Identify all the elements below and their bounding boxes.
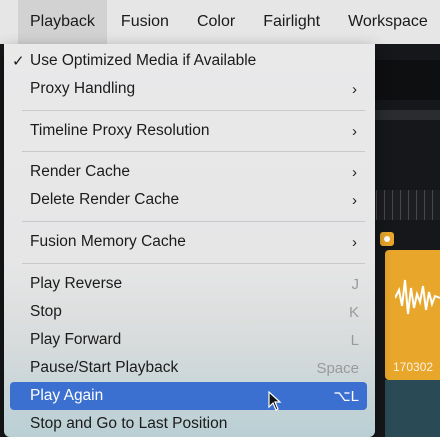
menu-item-fusion-memory-cache[interactable]: Fusion Memory Cache ›	[10, 228, 367, 256]
menu-item-label: Fusion Memory Cache	[30, 233, 186, 250]
menu-item-label: Proxy Handling	[30, 80, 136, 97]
shortcut-label: L	[350, 331, 359, 349]
menu-item-label: Stop and Go to Last Position	[30, 415, 228, 432]
menu-item-timeline-proxy-resolution[interactable]: Timeline Proxy Resolution ›	[10, 117, 367, 145]
clip-label: 170302	[393, 360, 434, 374]
menu-item-stop[interactable]: Stop K	[10, 298, 367, 326]
waveform-icon	[395, 279, 440, 315]
menubar-playback[interactable]: Playback	[18, 0, 107, 44]
shortcut-label: Space	[316, 359, 359, 377]
shortcut-label: ⌥L	[333, 388, 359, 405]
menu-item-label: Play Again	[30, 387, 104, 404]
menubar-workspace[interactable]: Workspace	[334, 0, 440, 44]
menu-item-play-again[interactable]: Play Again ⌥L	[10, 382, 367, 410]
menu-item-label: Use Optimized Media if Available	[30, 52, 257, 69]
chevron-right-icon: ›	[352, 163, 357, 181]
timeline-track	[385, 380, 440, 437]
menubar-fairlight[interactable]: Fairlight	[249, 0, 334, 44]
menu-item-delete-render-cache[interactable]: Delete Render Cache ›	[10, 186, 367, 214]
menu-item-pause-start-playback[interactable]: Pause/Start Playback Space	[10, 354, 367, 382]
menu-item-use-optimized-media[interactable]: ✓ Use Optimized Media if Available	[10, 47, 367, 75]
playback-menu: ✓ Use Optimized Media if Available Proxy…	[4, 44, 375, 437]
shortcut-label: J	[351, 275, 360, 293]
menu-separator	[22, 110, 365, 111]
chevron-right-icon: ›	[352, 122, 357, 140]
menu-item-label: Play Reverse	[30, 275, 123, 292]
menu-item-render-cache[interactable]: Render Cache ›	[10, 158, 367, 186]
menu-separator	[22, 263, 365, 264]
menu-item-label: Stop	[30, 303, 62, 320]
menu-item-play-reverse[interactable]: Play Reverse J	[10, 270, 367, 298]
menu-item-label: Play Forward	[30, 331, 122, 348]
menu-item-stop-and-go-to-last-position[interactable]: Stop and Go to Last Position	[10, 410, 367, 437]
menu-item-label: Pause/Start Playback	[30, 359, 179, 376]
menu-item-label: Render Cache	[30, 163, 130, 180]
chevron-right-icon: ›	[352, 80, 357, 98]
shortcut-label: K	[348, 303, 359, 321]
chevron-right-icon: ›	[352, 191, 357, 209]
clip-marker-icon[interactable]	[380, 232, 394, 246]
menubar-fusion[interactable]: Fusion	[107, 0, 183, 44]
checkmark-icon: ✓	[12, 53, 25, 70]
mouse-pointer-icon	[268, 391, 282, 411]
chevron-right-icon: ›	[352, 233, 357, 251]
menubar: Playback Fusion Color Fairlight Workspac…	[0, 0, 440, 44]
menu-separator	[22, 221, 365, 222]
menu-item-label: Delete Render Cache	[30, 191, 180, 208]
menu-separator	[22, 151, 365, 152]
menu-item-play-forward[interactable]: Play Forward L	[10, 326, 367, 354]
menubar-color[interactable]: Color	[183, 0, 249, 44]
menu-item-proxy-handling[interactable]: Proxy Handling ›	[10, 75, 367, 103]
menu-item-label: Timeline Proxy Resolution	[30, 122, 210, 139]
